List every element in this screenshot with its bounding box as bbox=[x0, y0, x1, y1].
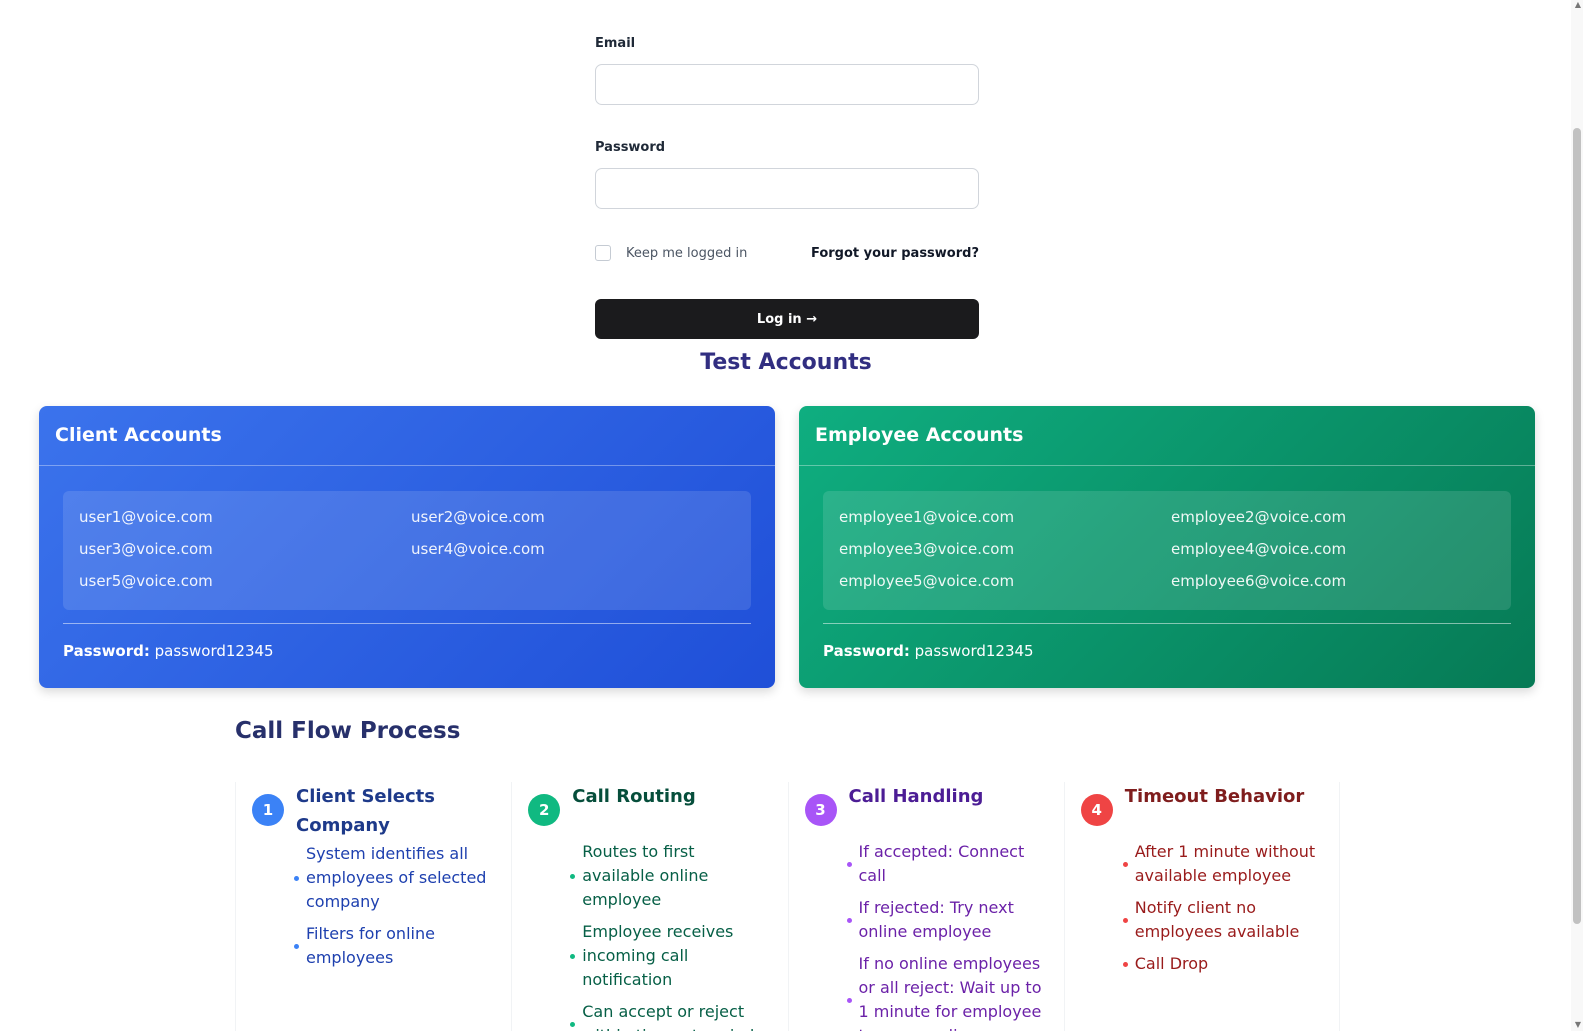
client-password-label: Password: bbox=[63, 642, 150, 660]
client-accounts-title: Client Accounts bbox=[39, 406, 775, 466]
scrollbar-thumb[interactable] bbox=[1573, 128, 1581, 924]
bullet-dot-icon bbox=[846, 861, 852, 867]
step-item: If accepted: Connect call bbox=[846, 840, 1048, 888]
remember-row: Keep me logged in Forgot your password? bbox=[595, 244, 979, 262]
step-item: Can accept or reject within timeout peri… bbox=[570, 1000, 771, 1031]
client-email-list: user1@voice.com user2@voice.com user3@vo… bbox=[63, 491, 751, 610]
bullet-dot-icon bbox=[570, 1021, 576, 1027]
bullet-dot-icon bbox=[1122, 917, 1128, 923]
divider bbox=[823, 623, 1511, 624]
client-email: user5@voice.com bbox=[79, 572, 213, 590]
step-number-badge: 1 bbox=[252, 794, 284, 826]
employee-accounts-card: Employee Accounts employee1@voice.com em… bbox=[799, 406, 1535, 688]
divider bbox=[63, 623, 751, 624]
client-accounts-card: Client Accounts user1@voice.com user2@vo… bbox=[39, 406, 775, 688]
bullet-dot-icon bbox=[294, 943, 299, 949]
bullet-dot-icon bbox=[1122, 961, 1128, 967]
employee-password-label: Password: bbox=[823, 642, 910, 660]
client-password: Password: password12345 bbox=[63, 642, 751, 660]
step-item: System identifies all employees of selec… bbox=[294, 842, 495, 914]
employee-email-list: employee1@voice.com employee2@voice.com … bbox=[823, 491, 1511, 610]
step-title: Call Handling bbox=[848, 786, 984, 807]
step-title: Client Selects Company bbox=[296, 786, 435, 836]
step-call-routing: 2 Call Routing Routes to first available… bbox=[511, 782, 787, 1031]
remember-label[interactable]: Keep me logged in bbox=[626, 246, 747, 261]
login-button[interactable]: Log in → bbox=[595, 299, 979, 339]
step-item: After 1 minute without available employe… bbox=[1122, 840, 1323, 888]
employee-email: employee2@voice.com bbox=[1171, 508, 1347, 526]
password-field[interactable] bbox=[595, 168, 979, 209]
employee-email: employee5@voice.com bbox=[839, 572, 1015, 590]
email-label: Email bbox=[595, 36, 636, 51]
login-form: Email Password Keep me logged in Forgot … bbox=[595, 36, 979, 339]
password-label: Password bbox=[595, 140, 666, 155]
step-number-badge: 2 bbox=[528, 794, 561, 826]
step-call-handling: 3 Call Handling If accepted: Connect cal… bbox=[787, 782, 1064, 1031]
step-item: If rejected: Try next online employee bbox=[846, 896, 1048, 944]
client-password-value: password12345 bbox=[154, 642, 274, 660]
page-scrollbar[interactable]: ▲ ▼ bbox=[1571, 0, 1583, 1031]
step-item: Routes to first available online employe… bbox=[570, 840, 771, 912]
bullet-dot-icon bbox=[1122, 861, 1128, 867]
client-email: user3@voice.com bbox=[79, 540, 213, 558]
remember-me[interactable]: Keep me logged in bbox=[595, 245, 747, 261]
step-timeout-behavior: 4 Timeout Behavior After 1 minute withou… bbox=[1063, 782, 1340, 1031]
remember-checkbox[interactable] bbox=[595, 245, 611, 261]
step-item: Notify client no employees available bbox=[1122, 896, 1323, 944]
client-email: user1@voice.com bbox=[79, 508, 213, 526]
call-flow-steps: 1 Client Selects Company System identifi… bbox=[235, 782, 1340, 1031]
client-email: user4@voice.com bbox=[411, 540, 545, 558]
bullet-dot-icon bbox=[570, 873, 576, 879]
employee-password-value: password12345 bbox=[914, 642, 1034, 660]
bullet-dot-icon bbox=[570, 953, 576, 959]
step-number-badge: 4 bbox=[1080, 794, 1113, 826]
employee-email: employee4@voice.com bbox=[1171, 540, 1347, 558]
test-accounts-title: Test Accounts bbox=[700, 350, 872, 375]
employee-email: employee1@voice.com bbox=[839, 508, 1015, 526]
step-number-badge: 3 bbox=[804, 794, 837, 826]
step-title: Timeout Behavior bbox=[1124, 786, 1305, 807]
email-field[interactable] bbox=[595, 64, 979, 105]
step-item: If no online employees or all reject: Wa… bbox=[846, 952, 1048, 1031]
bullet-dot-icon bbox=[846, 917, 852, 923]
step-item: Filters for online employees bbox=[294, 922, 495, 970]
bullet-dot-icon bbox=[846, 997, 852, 1003]
employee-email: employee3@voice.com bbox=[839, 540, 1015, 558]
client-email: user2@voice.com bbox=[411, 508, 545, 526]
step-item: Employee receives incoming call notifica… bbox=[570, 920, 771, 992]
employee-accounts-title: Employee Accounts bbox=[799, 406, 1535, 466]
call-flow-title: Call Flow Process bbox=[235, 718, 461, 744]
scroll-down-arrow-icon[interactable]: ▼ bbox=[1575, 1020, 1581, 1029]
scroll-up-arrow-icon[interactable]: ▲ bbox=[1575, 0, 1581, 9]
step-client-selects-company: 1 Client Selects Company System identifi… bbox=[235, 782, 511, 1031]
forgot-password-link[interactable]: Forgot your password? bbox=[811, 246, 979, 261]
employee-email: employee6@voice.com bbox=[1171, 572, 1347, 590]
step-item: Call Drop bbox=[1122, 952, 1323, 976]
step-title: Call Routing bbox=[572, 786, 696, 807]
employee-password: Password: password12345 bbox=[823, 642, 1511, 660]
bullet-dot-icon bbox=[294, 875, 299, 881]
